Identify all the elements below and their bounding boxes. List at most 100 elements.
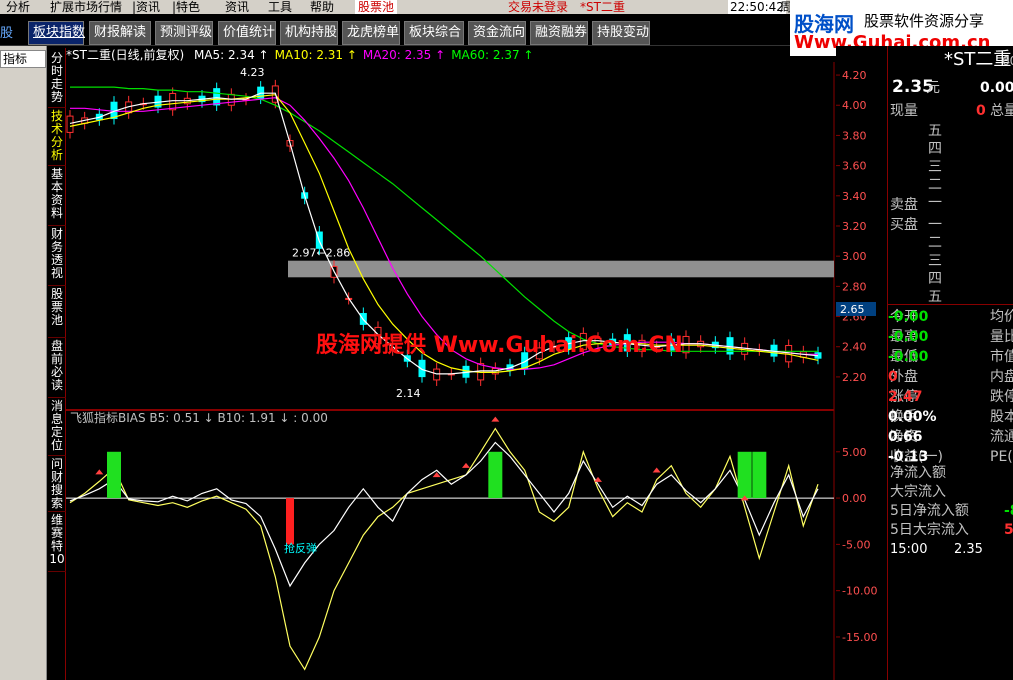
toolbar-button-3[interactable]: 价值统计 (218, 21, 276, 45)
sidebar-tab-8[interactable]: 维赛特10 (48, 514, 66, 572)
rebound-signal-bar (286, 498, 294, 545)
menu-item-news[interactable]: |资讯 (132, 0, 160, 14)
candle-body (66, 115, 74, 133)
ma-legend-1: MA10: 2.31 ↑ (274, 48, 357, 62)
stat-label2-3: 内盘 (990, 369, 1013, 385)
chart-background (66, 62, 834, 680)
logo-slogan: 股票软件资源分享 (864, 12, 985, 30)
stat-value-3: 0 (888, 369, 898, 385)
clock: 22:50:42 (728, 0, 786, 14)
left-panel: 指标 (0, 46, 47, 680)
quote-price-unit: 元 (926, 80, 940, 96)
menu-item-stock-pool[interactable]: 股票池 (355, 0, 398, 14)
stat-label2-6: 流通 (990, 429, 1013, 445)
ask-level-4: 一 (928, 195, 942, 211)
stat-label2-2: 市值 (990, 349, 1013, 365)
bias-tick-label: 0.00 (842, 492, 867, 505)
toolbar-button-8[interactable]: 融资融券 (530, 21, 588, 45)
price-tick-label: 2.20 (842, 371, 867, 384)
buy-signal-bar (737, 451, 752, 499)
buy-signal-bar (752, 451, 767, 499)
menu-item-tools[interactable]: 工具 (268, 0, 292, 14)
bid-level-1: 二 (928, 235, 942, 251)
toolbar-button-6[interactable]: 板块综合 (404, 21, 464, 45)
ask-level-0: 五 (928, 123, 942, 139)
ask-level-2: 三 (928, 159, 942, 175)
flow-label-3: 5日大宗流入 (890, 522, 969, 538)
tick-time: 15:00 (890, 542, 928, 557)
toolbar-stock-tab[interactable]: 股 (0, 22, 13, 41)
price-axis: 4.204.003.803.603.403.203.002.802.602.40… (836, 69, 877, 644)
quote-stock-code: 60 (1002, 54, 1013, 68)
watermark: 股海网提供 Www.Guhai.Com.CN (316, 332, 683, 358)
volume-label: 现量 (890, 103, 918, 119)
chart-area[interactable]: 2.97←2.864.232.14股海网提供 Www.Guhai.Com.CN飞… (66, 62, 836, 680)
stat-value-6: 0.66 (888, 429, 923, 445)
stat-value-0: -0.00 (888, 309, 929, 325)
toolbar-button-4[interactable]: 机构持股 (280, 21, 338, 45)
flow-value-3: 5 (1004, 522, 1013, 538)
login-status[interactable]: 交易未登录 (508, 0, 568, 14)
candle-body (169, 92, 177, 111)
sidebar-tab-7[interactable]: 问财搜索 (48, 458, 66, 512)
current-price-label: 2.65 (840, 303, 865, 316)
sidebar-tab-6[interactable]: 消息定位 (48, 400, 66, 456)
chart-title: *ST二重(日线,前复权) (66, 48, 185, 62)
buy-label: 买盘 (890, 217, 918, 233)
flow-label-0: 净流入额 (890, 465, 946, 481)
stat-label2-5: 股本 (990, 409, 1013, 425)
toolbar-button-2[interactable]: 预测评级 (155, 21, 213, 45)
ma-legend-0: MA5: 2.34 ↑ (193, 48, 269, 62)
bias-tick-label: -10.00 (842, 585, 877, 598)
toolbar-button-5[interactable]: 龙虎榜单 (342, 21, 400, 45)
current-stock-name: *ST二重 (580, 0, 625, 14)
menu-item-info[interactable]: 资讯 (225, 0, 249, 14)
price-gap-band (288, 260, 834, 278)
sidebar-tab-3[interactable]: 财务透视 (48, 228, 66, 286)
flow-value-2: -8 (1004, 503, 1013, 519)
toolbar-button-7[interactable]: 资金流向 (468, 21, 526, 45)
stat-value-1: -0.00 (888, 329, 929, 345)
stat-label2-0: 均价 (990, 309, 1013, 325)
toolbar: 股 板块指数 财报解读 预测评级 价值统计 机构持股 龙虎榜单 板块综合 资金流向 融资融券 持股… (0, 14, 790, 46)
flow-label-1: 大宗流入 (890, 484, 946, 500)
sidebar-tab-0[interactable]: 分时走势 (48, 52, 66, 108)
flow-label-2: 5日净流入额 (890, 503, 969, 519)
bias-tick-label: 5.00 (842, 446, 867, 459)
price-tick-label: 2.40 (842, 341, 867, 354)
low-label: 2.14 (396, 387, 421, 400)
sidebar-tab-5[interactable]: 盘前必读 (48, 340, 66, 398)
stat-value-5: 0.00% (888, 409, 937, 425)
buy-signal-bar (488, 451, 503, 499)
stat-label2-4: 跌停 (990, 389, 1013, 405)
sidebar-tab-4[interactable]: 股票池 (48, 288, 66, 338)
price-tick-label: 2.80 (842, 280, 867, 293)
sub-chart-title: 飞狐指标BIAS B5: 0.51 ↓ B10: 1.91 ↓ : 0.00 (70, 410, 328, 425)
ask-level-1: 四 (928, 141, 942, 157)
sidebar-tab-2[interactable]: 基本资料 (48, 168, 66, 226)
price-tick-label: 3.60 (842, 160, 867, 173)
sell-label: 卖盘 (890, 197, 918, 213)
menu-item-help[interactable]: 帮助 (310, 0, 334, 14)
toolbar-button-1[interactable]: 财报解读 (89, 21, 151, 45)
bid-level-2: 三 (928, 253, 942, 269)
menu-item-analysis[interactable]: 分析 (6, 0, 30, 14)
high-label: 4.23 (240, 66, 265, 79)
menu-item-featured[interactable]: |特色 (172, 0, 200, 14)
menu-item-extended-market[interactable]: 扩展市场行情 (50, 0, 122, 14)
ma-legend-3: MA60: 2.37 ↑ (451, 48, 534, 62)
quote-panel: *ST二重 60 2.35 元 0.00 现量 0 总量 五四三二一一二三四五 … (887, 46, 1013, 680)
indicator-tab[interactable]: 指标 (0, 50, 46, 68)
toolbar-button-9[interactable]: 持股变动 (592, 21, 650, 45)
quote-divider (888, 304, 1013, 305)
vertical-tab-bar: 分时走势技术分析基本资料财务透视股票池盘前必读消息定位问财搜索维赛特10 (48, 48, 66, 680)
price-tick-label: 3.40 (842, 190, 867, 203)
bid-level-3: 四 (928, 271, 942, 287)
candle-body (227, 93, 235, 106)
sidebar-tab-1[interactable]: 技术分析 (48, 110, 66, 166)
bid-level-0: 一 (928, 217, 942, 233)
toolbar-button-0[interactable]: 板块指数 (28, 21, 85, 45)
stat-value-2: -0.00 (888, 349, 929, 365)
price-tick-label: 3.20 (842, 220, 867, 233)
price-tick-label: 3.80 (842, 129, 867, 142)
